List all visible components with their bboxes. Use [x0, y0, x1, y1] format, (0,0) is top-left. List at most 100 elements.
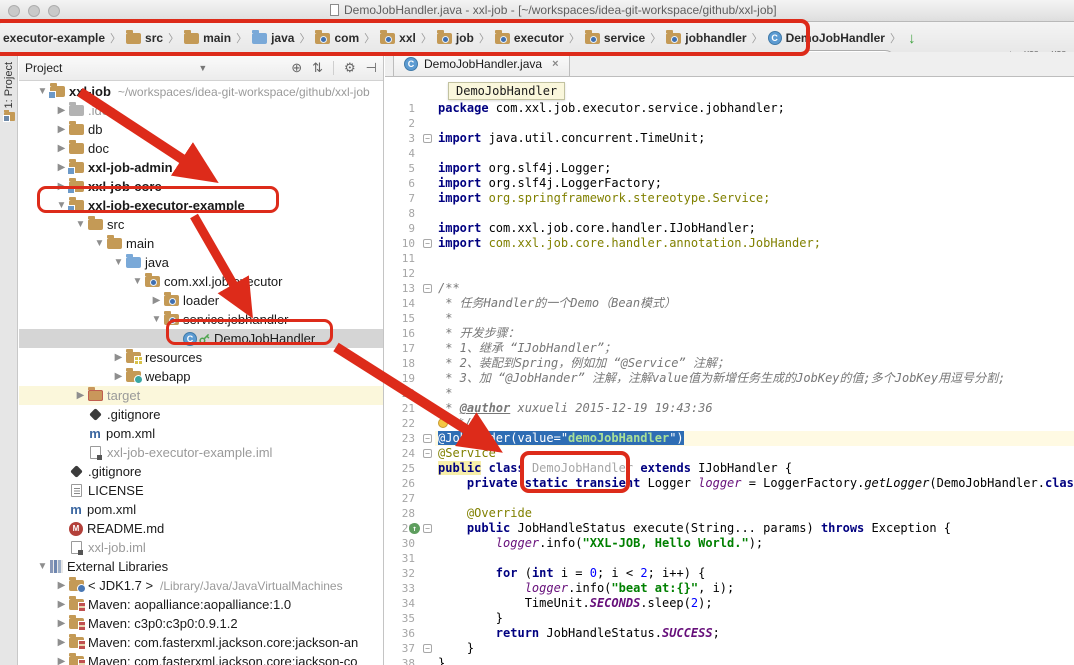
chevron-collapsed-icon[interactable]: ▶ [111, 371, 126, 382]
chevron-collapsed-icon[interactable]: ▶ [54, 599, 69, 610]
chevron-collapsed-icon[interactable]: ▶ [54, 124, 69, 135]
chevron-expanded-icon[interactable]: ▼ [35, 561, 50, 572]
code-line-1: 1package com.xxl.job.executor.service.jo… [385, 101, 1074, 116]
tree-item-target[interactable]: ▶target [19, 386, 384, 405]
editor-tab-bar: C DemoJobHandler.java × [385, 52, 1074, 77]
tree-item-db[interactable]: ▶db [19, 120, 384, 139]
breadcrumb-item-com[interactable]: com [315, 31, 359, 45]
fold-marker-icon[interactable]: − [423, 134, 432, 143]
breadcrumb-item-jobhandler[interactable]: jobhandler [666, 31, 746, 45]
tree-item-xxl-job-core[interactable]: ▶xxl-job-core [19, 177, 384, 196]
jdk-icon [69, 580, 84, 591]
tree-item-service.jobhandler[interactable]: ▼service.jobhandler [19, 310, 384, 329]
tree-item-Maven-c3p0-c3p0-0.9.1.2[interactable]: ▶Maven: c3p0:c3p0:0.9.1.2 [19, 614, 384, 633]
fold-marker-icon[interactable]: − [423, 434, 432, 443]
minimize-window-icon[interactable] [28, 5, 40, 17]
line-number: 9 [385, 221, 435, 236]
tree-item-xxl-job.iml[interactable]: xxl-job.iml [19, 538, 384, 557]
chevron-collapsed-icon[interactable]: ▶ [54, 637, 69, 648]
editor-tab-label: DemoJobHandler.java [424, 57, 542, 71]
folder-icon [69, 143, 84, 154]
tree-item-doc[interactable]: ▶doc [19, 139, 384, 158]
line-number: 17 [385, 341, 435, 356]
tree-item-webapp[interactable]: ▶webapp [19, 367, 384, 386]
line-number: 16 [385, 326, 435, 341]
tree-item-main[interactable]: ▼main [19, 234, 384, 253]
folder-icon [88, 219, 103, 230]
breadcrumb-separator: 〉 [479, 30, 490, 46]
breadcrumb-item-java[interactable]: java [252, 31, 294, 45]
chevron-collapsed-icon[interactable]: ▶ [54, 143, 69, 154]
tree-item-Maven-com.fasterxml.jackson.core-jackson-an[interactable]: ▶Maven: com.fasterxml.jackson.core:jacks… [19, 633, 384, 652]
tree-item-loader[interactable]: ▶loader [19, 291, 384, 310]
editor-tab[interactable]: C DemoJobHandler.java × [393, 52, 570, 76]
breadcrumb-item-xxl[interactable]: xxl [380, 31, 416, 45]
code-line-26: 26 private static transient Logger logge… [385, 476, 1074, 491]
chevron-expanded-icon[interactable]: ▼ [130, 276, 145, 287]
chevron-collapsed-icon[interactable]: ▶ [73, 390, 88, 401]
chevron-expanded-icon[interactable]: ▼ [73, 219, 88, 230]
tree-item-src[interactable]: ▼src [19, 215, 384, 234]
breadcrumb-item-executor-example[interactable]: executor-example [3, 31, 105, 45]
tree-item-xxl-job-executor-example[interactable]: ▼xxl-job-executor-example [19, 196, 384, 215]
locate-icon[interactable]: ⊕ [291, 60, 302, 76]
chevron-collapsed-icon[interactable]: ▶ [149, 295, 164, 306]
lightbulb-icon[interactable] [438, 418, 448, 428]
tree-item-.gitignore[interactable]: .gitignore [19, 405, 384, 424]
breadcrumb-item-src[interactable]: src [126, 31, 163, 45]
tree-item--JDK1.7-[interactable]: ▶< JDK1.7 >/Library/Java/JavaVirtualMach… [19, 576, 384, 595]
tree-item-resources[interactable]: ▶resources [19, 348, 384, 367]
hide-panel-icon[interactable]: ⊣ [366, 60, 377, 76]
chevron-collapsed-icon[interactable]: ▶ [54, 580, 69, 591]
window-controls[interactable] [8, 5, 60, 17]
project-panel: Project ▼ ⊕ ⇅ ⚙ ⊣ ▼xxl-job~/workspaces/i… [19, 56, 384, 665]
tree-item-pom.xml[interactable]: mpom.xml [19, 424, 384, 443]
tree-item-README.md[interactable]: MREADME.md [19, 519, 384, 538]
gear-icon[interactable]: ⚙ [344, 60, 356, 76]
tree-item-xxl-job-executor-example.iml[interactable]: xxl-job-executor-example.iml [19, 443, 384, 462]
chevron-collapsed-icon[interactable]: ▶ [54, 105, 69, 116]
chevron-collapsed-icon[interactable]: ▶ [54, 618, 69, 629]
tree-item-External-Libraries[interactable]: ▼External Libraries [19, 557, 384, 576]
breadcrumb-item-executor[interactable]: executor [495, 31, 564, 45]
close-icon[interactable]: × [552, 58, 558, 70]
zoom-window-icon[interactable] [48, 5, 60, 17]
code-line-13: 13−/** [385, 281, 1074, 296]
fold-marker-icon[interactable]: − [423, 239, 432, 248]
tree-item-com.xxl.job.executor[interactable]: ▼com.xxl.job.executor [19, 272, 384, 291]
project-toolwindow-button[interactable]: 1: Project [0, 62, 18, 121]
tree-item-Maven-aopalliance-aopalliance-1.0[interactable]: ▶Maven: aopalliance:aopalliance:1.0 [19, 595, 384, 614]
tree-item-xxl-job[interactable]: ▼xxl-job~/workspaces/idea-git-workspace/… [19, 82, 384, 101]
close-window-icon[interactable] [8, 5, 20, 17]
tree-item-.idea[interactable]: ▶.idea [19, 101, 384, 120]
fold-marker-icon[interactable]: − [423, 284, 432, 293]
collapse-all-icon[interactable]: ⇅ [312, 60, 323, 76]
editor-code-area[interactable]: 1package com.xxl.job.executor.service.jo… [385, 101, 1074, 665]
fold-marker-icon[interactable]: − [423, 449, 432, 458]
chevron-expanded-icon[interactable]: ▼ [111, 257, 126, 268]
tree-item-xxl-job-admin[interactable]: ▶xxl-job-admin [19, 158, 384, 177]
breadcrumb-item-job[interactable]: job [437, 31, 474, 45]
code-line-18: 18 * 2、装配到Spring，例如加 “@Service” 注解； [385, 356, 1074, 371]
project-panel-title[interactable]: Project ▼ [25, 61, 207, 75]
fold-marker-icon[interactable]: − [423, 524, 432, 533]
chevron-collapsed-icon[interactable]: ▶ [111, 352, 126, 363]
chevron-expanded-icon[interactable]: ▼ [149, 314, 164, 325]
tree-item-.gitignore[interactable]: .gitignore [19, 462, 384, 481]
tree-item-Maven-com.fasterxml.jackson.core-jackson-co[interactable]: ▶Maven: com.fasterxml.jackson.core:jacks… [19, 652, 384, 665]
line-number: 34 [385, 596, 435, 611]
tree-item-DemoJobHandler[interactable]: CDemoJobHandler [19, 329, 384, 348]
breadcrumb-item-DemoJobHandler[interactable]: CDemoJobHandler [768, 31, 885, 45]
tree-item-pom.xml[interactable]: mpom.xml [19, 500, 384, 519]
fold-marker-icon[interactable]: − [423, 644, 432, 653]
chevron-collapsed-icon[interactable]: ▶ [54, 656, 69, 665]
tree-item-java[interactable]: ▼java [19, 253, 384, 272]
chevron-expanded-icon[interactable]: ▼ [92, 238, 107, 249]
breadcrumb-separator: 〉 [752, 30, 763, 46]
breadcrumb-item-main[interactable]: main [184, 31, 231, 45]
override-method-icon[interactable]: ↑ [409, 523, 420, 534]
title-bar: DemoJobHandler.java - xxl-job - [~/works… [0, 0, 1074, 22]
folder-web-icon [126, 371, 141, 382]
breadcrumb-item-service[interactable]: service [585, 31, 645, 45]
tree-item-LICENSE[interactable]: LICENSE [19, 481, 384, 500]
